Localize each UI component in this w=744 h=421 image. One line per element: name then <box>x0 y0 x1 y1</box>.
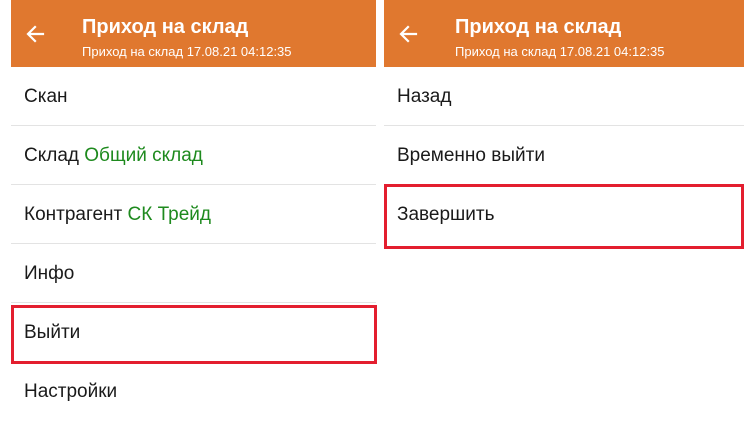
menu-item-finish[interactable]: Завершить <box>384 185 744 244</box>
app-header: Приход на склад Приход на склад 17.08.21… <box>11 0 376 67</box>
menu-item-label: Контрагент <box>24 204 123 225</box>
menu-item-label: Временно выйти <box>397 145 545 166</box>
back-button[interactable] <box>23 22 49 46</box>
page-subtitle: Приход на склад 17.08.21 04:12:35 <box>82 44 292 59</box>
menu-list: Назад Временно выйти Завершить <box>384 67 744 244</box>
menu-item-value: Общий склад <box>84 145 203 166</box>
menu-item-label: Назад <box>397 86 452 107</box>
menu-item-settings[interactable]: Настройки <box>11 362 376 421</box>
left-screen: Приход на склад Приход на склад 17.08.21… <box>11 0 376 421</box>
menu-item-exit[interactable]: Выйти <box>11 303 376 362</box>
page-subtitle: Приход на склад 17.08.21 04:12:35 <box>455 44 665 59</box>
menu-item-scan[interactable]: Скан <box>11 67 376 126</box>
arrow-left-icon <box>399 25 418 43</box>
menu-item-temp-exit[interactable]: Временно выйти <box>384 126 744 185</box>
right-screen: Приход на склад Приход на склад 17.08.21… <box>384 0 744 421</box>
page-title: Приход на склад <box>455 16 622 38</box>
arrow-left-icon <box>26 25 45 43</box>
menu-item-label: Склад <box>24 145 79 166</box>
menu-item-info[interactable]: Инфо <box>11 244 376 303</box>
back-button[interactable] <box>396 22 422 46</box>
menu-item-label: Скан <box>24 86 68 107</box>
menu-item-label: Настройки <box>24 381 118 402</box>
app-header: Приход на склад Приход на склад 17.08.21… <box>384 0 744 67</box>
menu-item-value: СК Трейд <box>127 204 211 225</box>
menu-item-label: Инфо <box>24 263 75 284</box>
menu-item-warehouse[interactable]: Склад Общий склад <box>11 126 376 185</box>
menu-item-back[interactable]: Назад <box>384 67 744 126</box>
menu-list: Скан Склад Общий склад Контрагент СК Тре… <box>11 67 376 421</box>
menu-item-counterparty[interactable]: Контрагент СК Трейд <box>11 185 376 244</box>
page-title: Приход на склад <box>82 16 249 38</box>
menu-item-label: Завершить <box>397 204 495 225</box>
menu-item-label: Выйти <box>24 322 81 343</box>
